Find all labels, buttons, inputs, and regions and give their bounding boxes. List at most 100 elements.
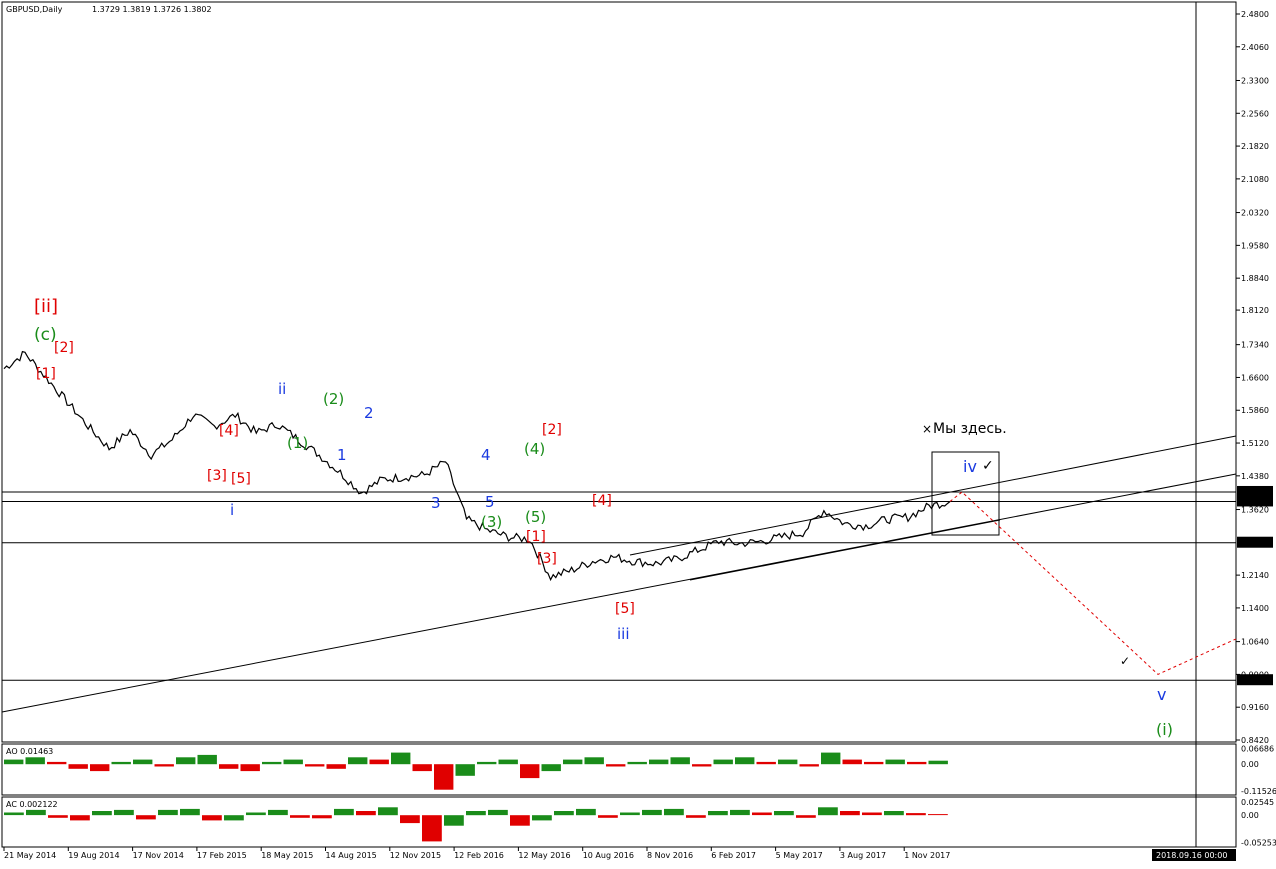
histogram-bar xyxy=(756,761,776,765)
wave-label: [4] xyxy=(592,493,612,509)
histogram-bar xyxy=(730,809,750,816)
histogram-bar xyxy=(262,761,282,765)
histogram-bar xyxy=(692,764,712,767)
histogram-bar xyxy=(477,761,497,765)
level-tag-label: 1.3802 xyxy=(1240,497,1268,506)
price-tick-label: 1.9580 xyxy=(1241,241,1269,250)
histogram-bar xyxy=(532,815,552,821)
histogram-bar xyxy=(136,815,156,820)
histogram-bar xyxy=(598,815,618,818)
histogram-bar xyxy=(584,757,604,765)
price-tick-label: 1.2140 xyxy=(1241,571,1269,580)
histogram-bar xyxy=(664,808,684,816)
histogram-bar xyxy=(498,759,518,765)
histogram-bar xyxy=(202,815,222,821)
price-tick-label: 0.8420 xyxy=(1241,736,1269,745)
ohlc-readout: 1.3729 1.3819 1.3726 1.3802 xyxy=(92,5,212,14)
histogram-bar xyxy=(796,815,816,818)
histogram-bar xyxy=(606,764,626,767)
histogram-bar xyxy=(400,815,420,824)
histogram-bar xyxy=(114,809,134,816)
histogram-bar xyxy=(627,761,647,765)
time-tick-label: 1 Nov 2017 xyxy=(904,851,950,860)
time-tick-label: 12 Feb 2016 xyxy=(454,851,504,860)
price-tick-label: 2.4060 xyxy=(1241,43,1269,52)
price-tick-label: 2.3300 xyxy=(1241,76,1269,85)
checkmark-icon-iv: ✓ xyxy=(982,458,994,474)
histogram-bar xyxy=(180,808,200,816)
histogram-bar xyxy=(305,764,325,767)
histogram-bar xyxy=(620,812,640,816)
wave-label: [5] xyxy=(231,471,251,487)
time-tick-label: 3 Aug 2017 xyxy=(840,851,886,860)
price-tick-label: 1.5120 xyxy=(1241,439,1269,448)
histogram-bar xyxy=(378,807,398,816)
time-tick-label: 12 May 2016 xyxy=(518,851,570,860)
time-tick-label: 21 May 2014 xyxy=(4,851,56,860)
price-tick-label: 1.7340 xyxy=(1241,341,1269,350)
histogram-bar xyxy=(68,764,88,769)
histogram-bar xyxy=(348,757,368,765)
histogram-bar xyxy=(326,764,346,769)
wave-label: (2) xyxy=(323,390,344,408)
time-tick-label: 12 Nov 2015 xyxy=(390,851,441,860)
cursor-time-label: 2018.09.16 00:00 xyxy=(1156,851,1227,860)
histogram-bar xyxy=(541,764,561,772)
histogram-bar xyxy=(444,815,464,826)
histogram-bar xyxy=(885,759,905,765)
time-tick-label: 6 Feb 2017 xyxy=(711,851,756,860)
trend-line-upper xyxy=(629,435,1237,556)
histogram-bar xyxy=(90,764,110,772)
wave-label: ii xyxy=(278,380,286,398)
price-tick-label: 1.8120 xyxy=(1241,306,1269,315)
histogram-bar xyxy=(369,759,389,765)
price-tick-label: 1.4380 xyxy=(1241,472,1269,481)
horizontal-levels: 1.40161.38021.28710.9769 xyxy=(2,485,1273,686)
histogram-bar xyxy=(240,764,260,772)
histogram-bar xyxy=(884,811,904,816)
histogram-bar xyxy=(25,757,45,765)
indicator-tick-label: 0.00 xyxy=(1241,811,1259,820)
histogram-bar xyxy=(799,764,819,767)
wave-label: [ii] xyxy=(34,296,58,317)
histogram-bar xyxy=(862,812,882,816)
histogram-bar xyxy=(283,759,303,765)
histogram-bar xyxy=(48,815,68,818)
level-tag-label: 0.9769 xyxy=(1240,676,1268,685)
histogram-bar xyxy=(219,764,239,769)
histogram-bar xyxy=(907,761,927,765)
wave-label: 3 xyxy=(431,494,441,512)
histogram-bar xyxy=(412,764,432,772)
histogram-bar xyxy=(735,757,755,765)
price-tick-label: 0.9160 xyxy=(1241,703,1269,712)
level-tag-label: 1.2871 xyxy=(1240,539,1268,548)
wave-label: (i) xyxy=(1156,720,1173,739)
histogram-bar xyxy=(778,759,798,765)
wave-label: 5 xyxy=(485,493,495,511)
chart-svg: 2.4800 2.4060 2.3300 2.2560 2.1820 2.1080 2.03… xyxy=(1,1,1276,861)
histogram-bar xyxy=(670,757,690,765)
price-tick-label: 1.5860 xyxy=(1241,406,1269,415)
wave-label: i xyxy=(230,501,234,519)
histogram-bar xyxy=(176,757,196,765)
histogram-bar xyxy=(158,809,178,816)
ao-histogram: 0.06686 0.00 -0.11526 xyxy=(4,745,1276,796)
price-series xyxy=(3,350,951,582)
wave-label: [5] xyxy=(615,601,635,617)
histogram-bar xyxy=(224,815,244,821)
histogram-bar xyxy=(391,752,411,765)
wave-label: [3] xyxy=(537,551,557,567)
chart-title: GBPUSD,Daily xyxy=(6,5,63,14)
wave-label: (3) xyxy=(481,513,502,531)
histogram-bar xyxy=(4,759,24,765)
wave-label: [3] xyxy=(207,468,227,484)
checkmark-icon-v: ✓ xyxy=(1120,654,1130,668)
histogram-bar xyxy=(4,812,24,816)
indicator-tick-label: 0.00 xyxy=(1241,760,1259,769)
histogram-bar xyxy=(47,761,67,765)
histogram-bar xyxy=(133,759,153,765)
wave-label: [2] xyxy=(542,422,562,438)
histogram-bar xyxy=(563,759,583,765)
price-tick-label: 1.1400 xyxy=(1241,604,1269,613)
histogram-bar xyxy=(752,812,772,816)
